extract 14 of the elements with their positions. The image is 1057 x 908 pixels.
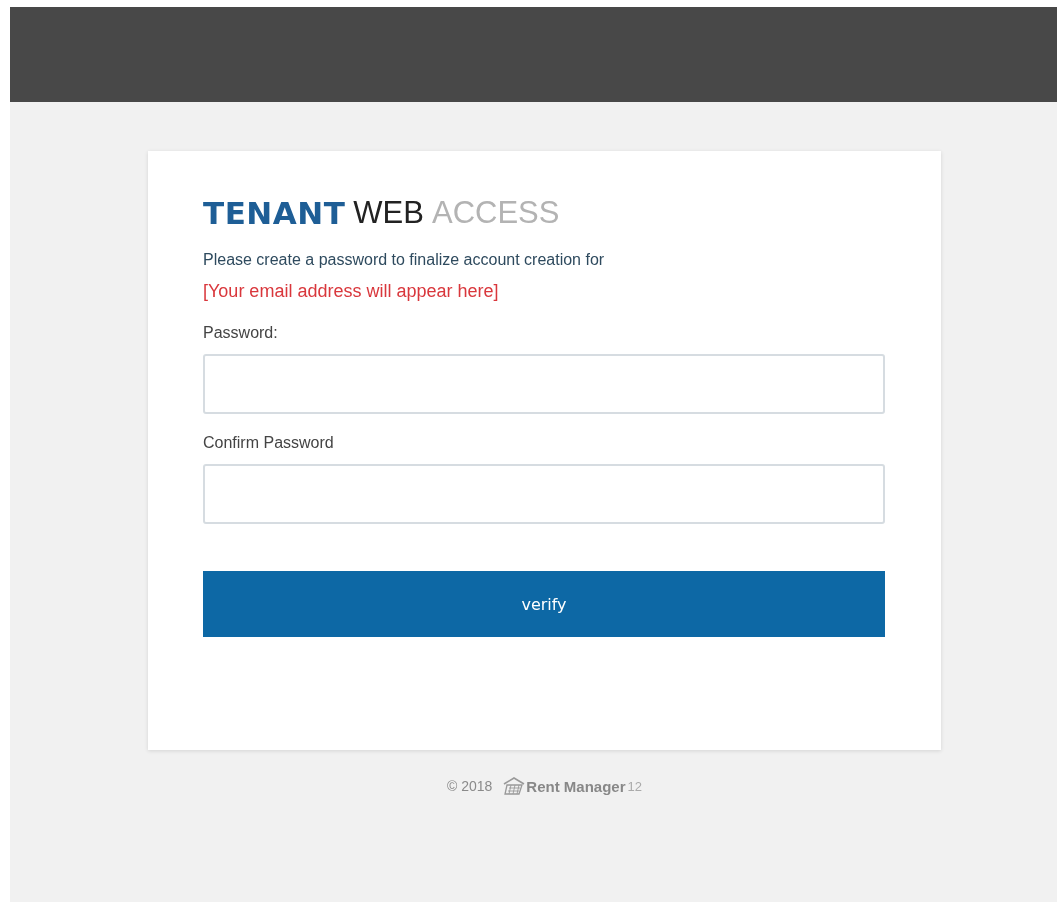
brand-name: Rent Manager <box>526 777 626 795</box>
version-number: 12 <box>627 778 642 794</box>
field-label: Password: <box>203 324 279 342</box>
copyright-text: © 2018 <box>447 778 493 794</box>
logo-text: ACCESS <box>432 194 560 232</box>
instruction-text: Please create a password to finalize account creation for <box>203 251 606 269</box>
field-label: Confirm Password <box>203 434 335 452</box>
password-field[interactable] <box>203 464 885 524</box>
email-notice: [Your email address will appear here] <box>203 281 500 302</box>
verify-button[interactable]: verify <box>203 571 885 637</box>
house-icon <box>502 776 527 796</box>
password-field[interactable] <box>203 354 885 414</box>
logo-text: WEB <box>353 194 424 232</box>
logo-text: TENANT <box>203 194 346 233</box>
